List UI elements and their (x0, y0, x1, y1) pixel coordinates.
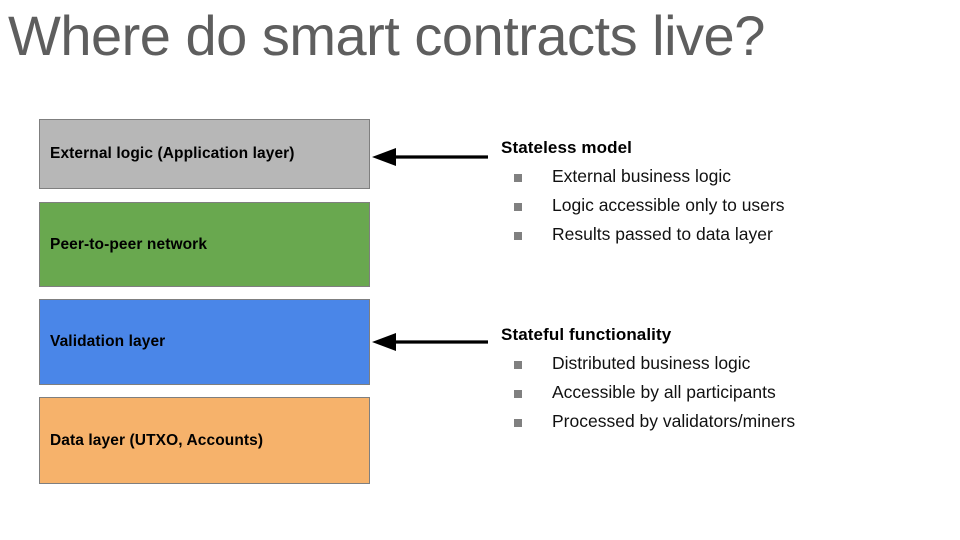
note-group-stateless: Stateless model External business logic … (501, 136, 941, 249)
layer-box-p2p[interactable]: Peer-to-peer network (39, 202, 370, 287)
note-list-stateless: External business logic Logic accessible… (501, 162, 941, 249)
connector-arrow-validation (370, 330, 490, 354)
layer-label-validation: Validation layer (50, 333, 166, 350)
list-item-label: External business logic (552, 166, 731, 186)
bullet-square-icon (514, 232, 522, 240)
list-item: Accessible by all participants (501, 378, 941, 407)
list-item-label: Distributed business logic (552, 353, 751, 373)
bullet-square-icon (514, 419, 522, 427)
connector-arrow-application (370, 145, 490, 169)
list-item-label: Results passed to data layer (552, 224, 773, 244)
note-group-stateful: Stateful functionality Distributed busin… (501, 323, 941, 436)
layer-label-p2p: Peer-to-peer network (50, 235, 208, 253)
list-item: Distributed business logic (501, 349, 941, 378)
list-item-label: Processed by validators/miners (552, 411, 796, 431)
left-arrow-icon (372, 148, 488, 166)
note-heading-stateful: Stateful functionality (501, 325, 672, 344)
list-item: External business logic (501, 162, 941, 191)
layer-label-data: Data layer (UTXO, Accounts) (50, 431, 264, 449)
bullet-square-icon (514, 361, 522, 369)
note-heading-stateless: Stateless model (501, 138, 632, 157)
bullet-square-icon (514, 390, 522, 398)
layer-label-application: External logic (Application layer) (50, 145, 295, 162)
layer-box-validation[interactable]: Validation layer (39, 299, 370, 385)
slide-canvas: Where do smart contracts live? External … (0, 0, 960, 540)
layer-box-application[interactable]: External logic (Application layer) (39, 119, 370, 189)
list-item: Logic accessible only to users (501, 191, 941, 220)
layer-box-data[interactable]: Data layer (UTXO, Accounts) (39, 397, 370, 484)
bullet-square-icon (514, 174, 522, 182)
list-item: Results passed to data layer (501, 220, 941, 249)
list-item-label: Logic accessible only to users (552, 195, 785, 215)
bullet-square-icon (514, 203, 522, 211)
left-arrow-icon (372, 333, 488, 351)
list-item: Processed by validators/miners (501, 407, 941, 436)
list-item-label: Accessible by all participants (552, 382, 776, 402)
note-list-stateful: Distributed business logic Accessible by… (501, 349, 941, 436)
page-title: Where do smart contracts live? (8, 4, 765, 67)
